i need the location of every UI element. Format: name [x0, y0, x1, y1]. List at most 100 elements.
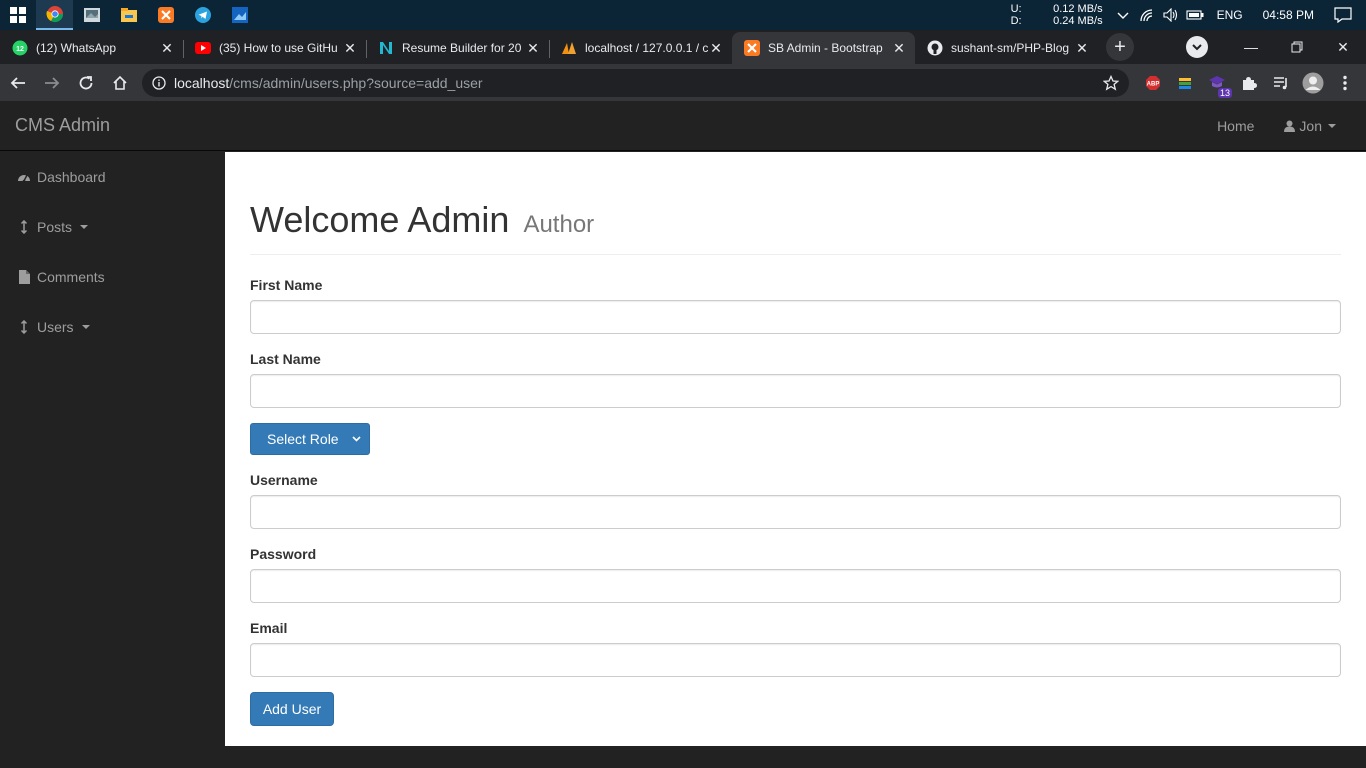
email-input[interactable] — [250, 643, 1341, 677]
whatsapp-icon: 12 — [12, 40, 28, 56]
plus-icon: + — [1114, 35, 1126, 58]
tab-title: (12) WhatsApp — [36, 41, 117, 55]
url-path: /cms/admin/users.php?source=add_user — [229, 74, 483, 91]
taskbar-file-explorer[interactable] — [110, 0, 147, 30]
sidebar-item-label: Comments — [37, 269, 105, 285]
action-center-button[interactable] — [1332, 7, 1354, 23]
sidebar-item-comments[interactable]: Comments — [0, 252, 225, 302]
close-icon[interactable]: ✕ — [159, 40, 175, 56]
first-name-group: First Name — [250, 277, 1341, 334]
last-name-group: Last Name — [250, 351, 1341, 408]
sidebar-item-dashboard[interactable]: Dashboard — [0, 152, 225, 202]
home-button[interactable] — [104, 67, 136, 99]
url-text[interactable]: localhost/cms/admin/users.php?source=add… — [174, 75, 1103, 91]
taskbar-chrome[interactable] — [36, 0, 73, 30]
browser-tab-resume[interactable]: Resume Builder for 20 ✕ — [366, 32, 549, 64]
extension-badge-button[interactable]: 13 — [1201, 67, 1233, 99]
adblock-extension[interactable]: ABP — [1137, 67, 1169, 99]
role-select-value: Select Role — [267, 431, 339, 447]
username-input[interactable] — [250, 495, 1341, 529]
playlist-icon — [1274, 76, 1287, 89]
user-dropdown[interactable]: Jon — [1269, 118, 1351, 134]
restore-icon — [1291, 41, 1303, 53]
caret-down-icon — [81, 325, 90, 329]
reload-icon — [79, 75, 93, 89]
caret-down-icon — [80, 225, 89, 229]
notification-icon — [1334, 7, 1352, 23]
close-icon[interactable]: ✕ — [342, 40, 358, 56]
browser-tab-phpmyadmin[interactable]: localhost / 127.0.0.1 / c ✕ — [549, 32, 732, 64]
first-name-input[interactable] — [250, 300, 1341, 334]
close-icon[interactable]: ✕ — [1074, 40, 1090, 56]
sidebar: Dashboard Posts Comments Users — [0, 152, 225, 768]
sidebar-item-posts[interactable]: Posts — [0, 202, 225, 252]
close-icon[interactable]: ✕ — [891, 40, 907, 56]
password-input[interactable] — [250, 569, 1341, 603]
browser-tab-strip: 12 (12) WhatsApp ✕ (35) How to use GitHu… — [0, 30, 1366, 64]
phpmyadmin-icon — [561, 40, 577, 56]
tray-overflow-button[interactable] — [1112, 11, 1134, 19]
chevron-up-icon — [1117, 12, 1129, 19]
browser-tab-github[interactable]: sushant-sm/PHP-Blog ✕ — [915, 32, 1098, 64]
taskbar-xampp[interactable] — [147, 0, 184, 30]
reading-list-button[interactable] — [1265, 67, 1297, 99]
wifi-icon — [1139, 9, 1152, 22]
star-icon[interactable] — [1103, 74, 1119, 91]
page-title-text: Welcome Admin — [250, 199, 510, 240]
forward-button[interactable] — [36, 67, 68, 99]
xampp-icon — [157, 7, 174, 23]
clock[interactable]: 04:58 PM — [1263, 8, 1314, 22]
battery-button[interactable] — [1184, 10, 1206, 20]
net-up-value: 0.12 MB/s — [1053, 3, 1103, 15]
stack-extension-icon — [1179, 77, 1191, 89]
caret-down-icon — [1328, 123, 1336, 128]
extension-button[interactable] — [1169, 67, 1201, 99]
windows-logo-icon — [10, 7, 26, 23]
back-button[interactable] — [2, 67, 34, 99]
home-link[interactable]: Home — [1202, 118, 1269, 134]
adblock-icon: ABP — [1146, 75, 1160, 90]
home-icon — [113, 75, 127, 90]
browser-tab-sb-admin[interactable]: SB Admin - Bootstrap ✕ — [732, 32, 915, 64]
role-select[interactable]: Select Role — [250, 423, 370, 455]
username-group: Username — [250, 472, 1341, 529]
last-name-input[interactable] — [250, 374, 1341, 408]
restore-button[interactable] — [1274, 31, 1320, 63]
language-indicator[interactable]: ENG — [1217, 8, 1243, 22]
sidebar-item-label: Dashboard — [37, 169, 106, 185]
browser-toolbar: localhost/cms/admin/users.php?source=add… — [0, 64, 1366, 101]
email-label: Email — [250, 620, 288, 636]
close-icon[interactable]: ✕ — [708, 40, 724, 56]
password-group: Password — [250, 546, 1341, 603]
file-explorer-icon — [120, 8, 137, 22]
brand-link[interactable]: CMS Admin — [15, 115, 110, 136]
chrome-menu-button[interactable] — [1329, 67, 1361, 99]
new-tab-button[interactable]: + — [1106, 33, 1134, 61]
chevron-down-icon — [352, 436, 361, 442]
info-icon[interactable] — [152, 75, 166, 90]
tab-title: localhost / 127.0.0.1 / c — [585, 41, 708, 55]
taskbar-image-viewer[interactable] — [221, 0, 258, 30]
tab-search-button[interactable] — [1186, 36, 1208, 58]
browser-tab-youtube[interactable]: (35) How to use GitHu ✕ — [183, 32, 366, 64]
reload-button[interactable] — [70, 67, 102, 99]
add-user-button[interactable]: Add User — [250, 692, 334, 726]
profile-button[interactable] — [1297, 67, 1329, 99]
windows-start-button[interactable] — [0, 0, 36, 30]
file-icon — [17, 270, 31, 284]
taskbar-telegram[interactable] — [184, 0, 221, 30]
windows-taskbar: U: 0.12 MB/s D: 0.24 MB/s ENG 04:58 PM — [0, 0, 1366, 30]
volume-button[interactable] — [1160, 8, 1182, 22]
sidebar-item-users[interactable]: Users — [0, 302, 225, 352]
close-icon[interactable]: ✕ — [525, 40, 541, 56]
navbar-right: Home Jon — [1202, 118, 1351, 134]
tab-title: SB Admin - Bootstrap — [768, 41, 883, 55]
wifi-button[interactable] — [1136, 8, 1158, 22]
browser-tab-whatsapp[interactable]: 12 (12) WhatsApp ✕ — [0, 32, 183, 64]
address-bar[interactable]: localhost/cms/admin/users.php?source=add… — [142, 68, 1129, 97]
taskbar-photos[interactable] — [73, 0, 110, 30]
page-subtitle: Author — [523, 211, 595, 238]
minimize-button[interactable]: — — [1228, 31, 1274, 63]
extensions-menu-button[interactable] — [1233, 67, 1265, 99]
close-window-button[interactable]: ✕ — [1320, 31, 1366, 63]
